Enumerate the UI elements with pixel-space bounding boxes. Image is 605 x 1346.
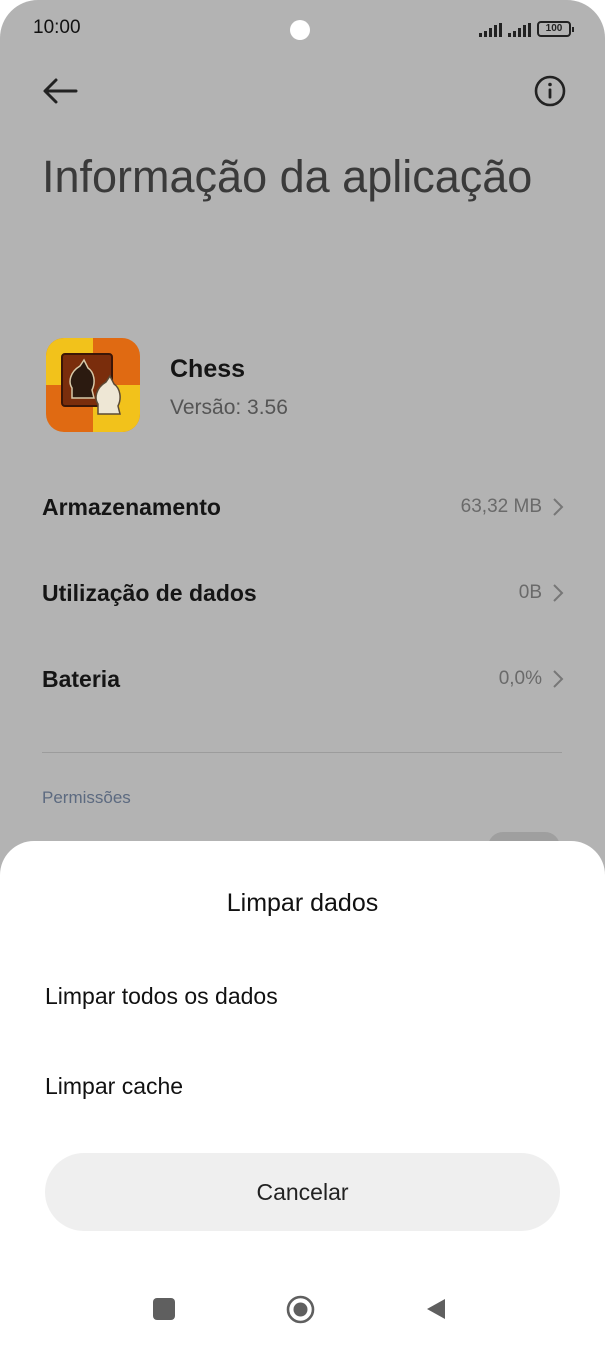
back-arrow-icon[interactable] [40, 74, 80, 108]
circle-icon[interactable] [286, 1295, 315, 1324]
clear-data-sheet: Limpar dados Limpar todos os dados Limpa… [0, 841, 605, 1346]
camera-cutout [290, 20, 310, 40]
screen: 10:00 100 Informação da aplicação Chess … [0, 0, 605, 1346]
page-title: Informação da aplicação [42, 151, 533, 202]
info-icon[interactable] [533, 74, 567, 108]
battery-icon: 100 [537, 21, 574, 37]
battery-label: Bateria [42, 665, 120, 692]
data-usage-value: 0B [518, 582, 542, 603]
chevron-right-icon [553, 498, 564, 516]
permissions-section-label: Permissões [42, 788, 131, 807]
chevron-right-icon [553, 670, 564, 688]
status-icons: 100 [479, 19, 574, 37]
battery-value: 0,0% [498, 668, 542, 689]
storage-label: Armazenamento [42, 493, 221, 520]
square-icon[interactable] [153, 1298, 175, 1320]
signal-1-icon [479, 23, 502, 37]
battery-row[interactable]: Bateria 0,0% [42, 654, 564, 704]
divider [42, 752, 562, 753]
chess-app-icon [46, 338, 140, 432]
clear-all-data-option[interactable]: Limpar todos os dados [45, 983, 278, 1010]
data-usage-row[interactable]: Utilização de dados 0B [42, 568, 564, 618]
signal-2-icon [508, 23, 531, 37]
triangle-back-icon[interactable] [425, 1297, 447, 1321]
app-version: Versão: 3.56 [170, 396, 288, 419]
chevron-right-icon [553, 584, 564, 602]
storage-value: 63,32 MB [460, 496, 542, 517]
status-time: 10:00 [33, 17, 81, 38]
data-usage-label: Utilização de dados [42, 579, 257, 606]
clear-cache-option[interactable]: Limpar cache [45, 1073, 183, 1100]
navigation-bar [0, 1282, 605, 1336]
status-bar: 10:00 100 [0, 0, 605, 58]
app-name: Chess [170, 355, 246, 383]
app-info-background: 10:00 100 Informação da aplicação Chess … [0, 0, 605, 900]
storage-row[interactable]: Armazenamento 63,32 MB [42, 482, 564, 532]
sheet-title: Limpar dados [226, 889, 379, 917]
cancel-button[interactable]: Cancelar [45, 1153, 560, 1231]
